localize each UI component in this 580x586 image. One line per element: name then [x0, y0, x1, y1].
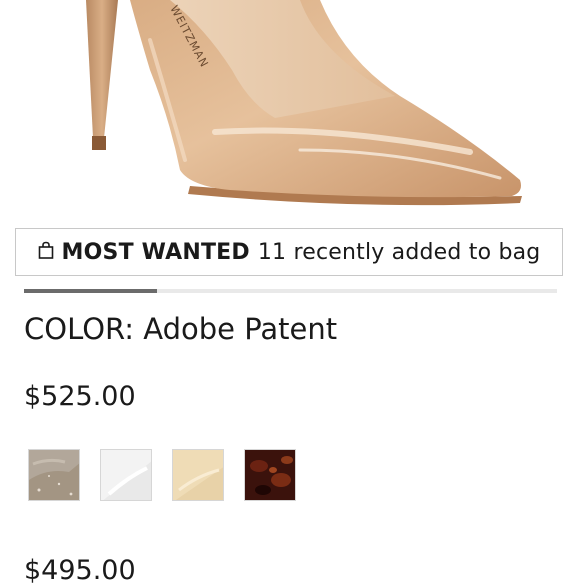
- pump-shoe-image: WEITZMAN: [86, 0, 522, 206]
- product-hero-image[interactable]: WEITZMAN: [0, 0, 580, 222]
- image-carousel-progress: [24, 289, 557, 293]
- swatch-white[interactable]: [100, 449, 152, 501]
- promo-message: 11 recently added to bag: [257, 239, 541, 265]
- price-primary: $525.00: [24, 381, 136, 412]
- price-secondary: $495.00: [24, 555, 136, 586]
- image-carousel-progress-fill: [24, 289, 158, 293]
- swatch-taupe-glitter[interactable]: [28, 449, 80, 501]
- color-label: COLOR:: [24, 312, 135, 346]
- swatch-cream[interactable]: [172, 449, 224, 501]
- promo-headline: MOST WANTED: [61, 239, 250, 265]
- color-selection: COLOR: Adobe Patent: [24, 312, 337, 346]
- most-wanted-banner: MOST WANTED 11 recently added to bag: [15, 228, 563, 276]
- color-value: Adobe Patent: [143, 312, 338, 346]
- color-swatch-list: [28, 449, 296, 501]
- shopping-bag-icon: [38, 240, 54, 265]
- swatch-tortoise[interactable]: [244, 449, 296, 501]
